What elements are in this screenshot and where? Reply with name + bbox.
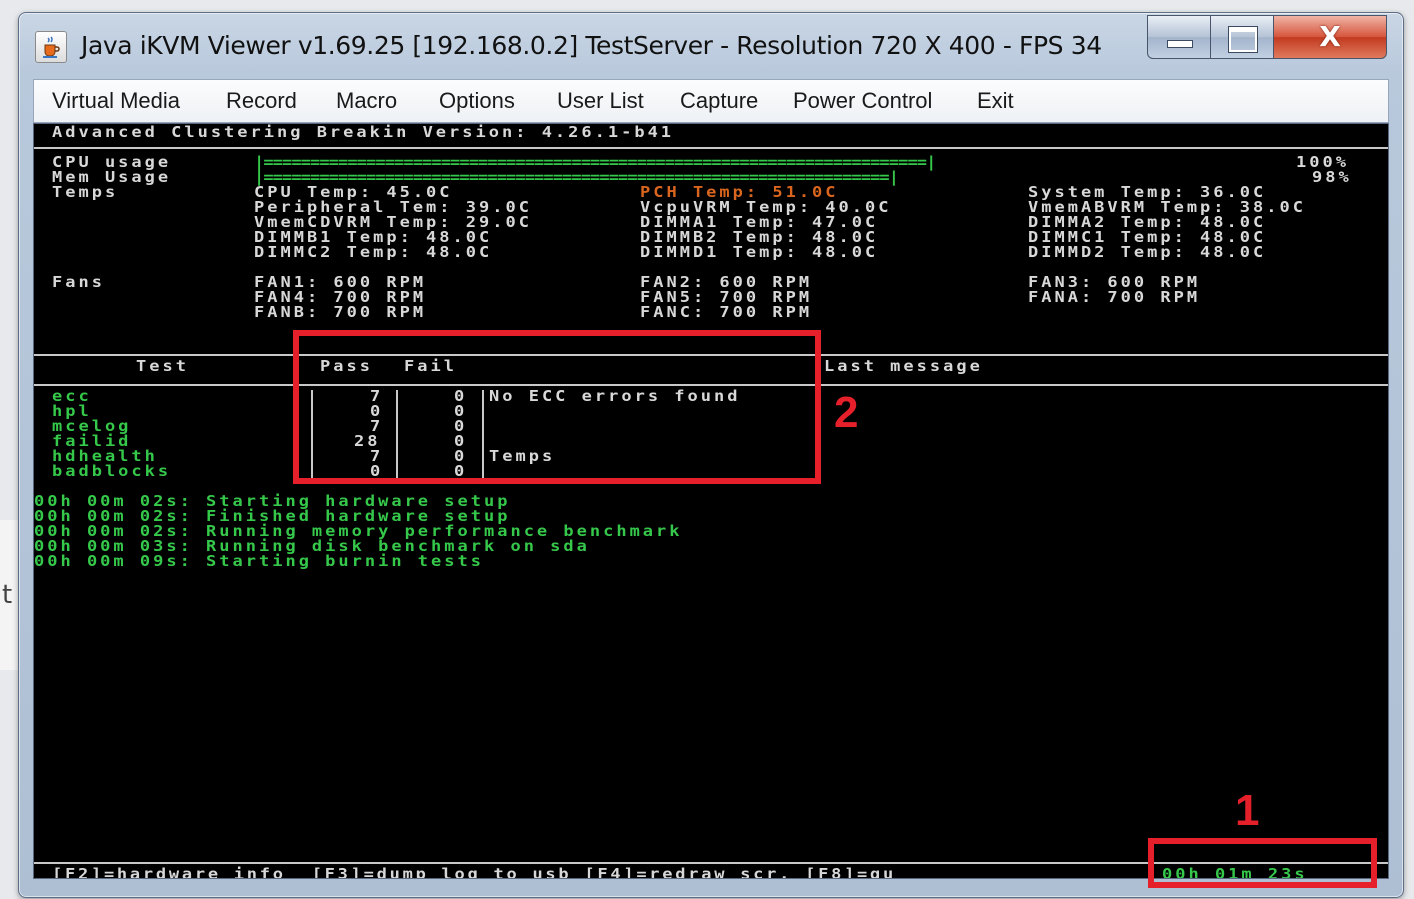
background-window-text: t xyxy=(2,580,13,610)
column-header-last-message: Last message xyxy=(824,357,983,376)
fan-b: FANB: 700 RPM xyxy=(254,303,427,322)
annotation-box-1 xyxy=(1148,838,1377,888)
temp-dimmd2: DIMMD2 Temp: 48.0C xyxy=(1028,243,1267,262)
menu-macro[interactable]: Macro xyxy=(336,88,397,114)
annotation-box-2 xyxy=(293,330,821,484)
menu-options[interactable]: Options xyxy=(439,88,515,114)
menu-virtual-media[interactable]: Virtual Media xyxy=(52,88,180,114)
fans-label: Fans xyxy=(52,273,105,292)
menu-bar: Virtual Media Record Macro Options User … xyxy=(33,79,1389,123)
title-bar[interactable]: Java iKVM Viewer v1.69.25 [192.168.0.2] … xyxy=(19,13,1403,77)
breakin-version-header: Advanced Clustering Breakin Version: 4.2… xyxy=(52,123,675,142)
fan-a: FANA: 700 RPM xyxy=(1028,288,1201,307)
function-key-hints: [F2]=hardware info [F3]=dump log to usb … xyxy=(52,865,897,879)
close-icon: X xyxy=(1319,20,1341,53)
minimize-button[interactable] xyxy=(1147,15,1211,59)
window-title: Java iKVM Viewer v1.69.25 [192.168.0.2] … xyxy=(81,31,1102,60)
maximize-button[interactable] xyxy=(1210,15,1274,59)
temp-dimmd1: DIMMD1 Temp: 48.0C xyxy=(640,243,879,262)
menu-power-control[interactable]: Power Control xyxy=(793,88,932,114)
annotation-number-1: 1 xyxy=(1235,786,1260,835)
temp-dimmc2: DIMMC2 Temp: 48.0C xyxy=(254,243,493,262)
remote-console-screen[interactable]: Advanced Clustering Breakin Version: 4.2… xyxy=(33,123,1389,879)
annotation-number-2: 2 xyxy=(834,388,859,437)
menu-capture[interactable]: Capture xyxy=(680,88,758,114)
log-line: 00h 00m 09s: Starting burnin tests xyxy=(34,552,484,571)
fan-c: FANC: 700 RPM xyxy=(640,303,813,322)
java-cup-icon xyxy=(35,31,67,63)
menu-record[interactable]: Record xyxy=(226,88,297,114)
menu-user-list[interactable]: User List xyxy=(557,88,644,114)
column-header-test: Test xyxy=(136,357,189,376)
menu-exit[interactable]: Exit xyxy=(977,88,1014,114)
header-divider xyxy=(34,147,1388,149)
mem-usage-value: 98% xyxy=(1312,168,1352,187)
background-window-edge: t xyxy=(0,520,19,670)
temps-label: Temps xyxy=(52,183,119,202)
close-button[interactable]: X xyxy=(1273,15,1387,59)
test-name: badblocks xyxy=(52,462,172,481)
